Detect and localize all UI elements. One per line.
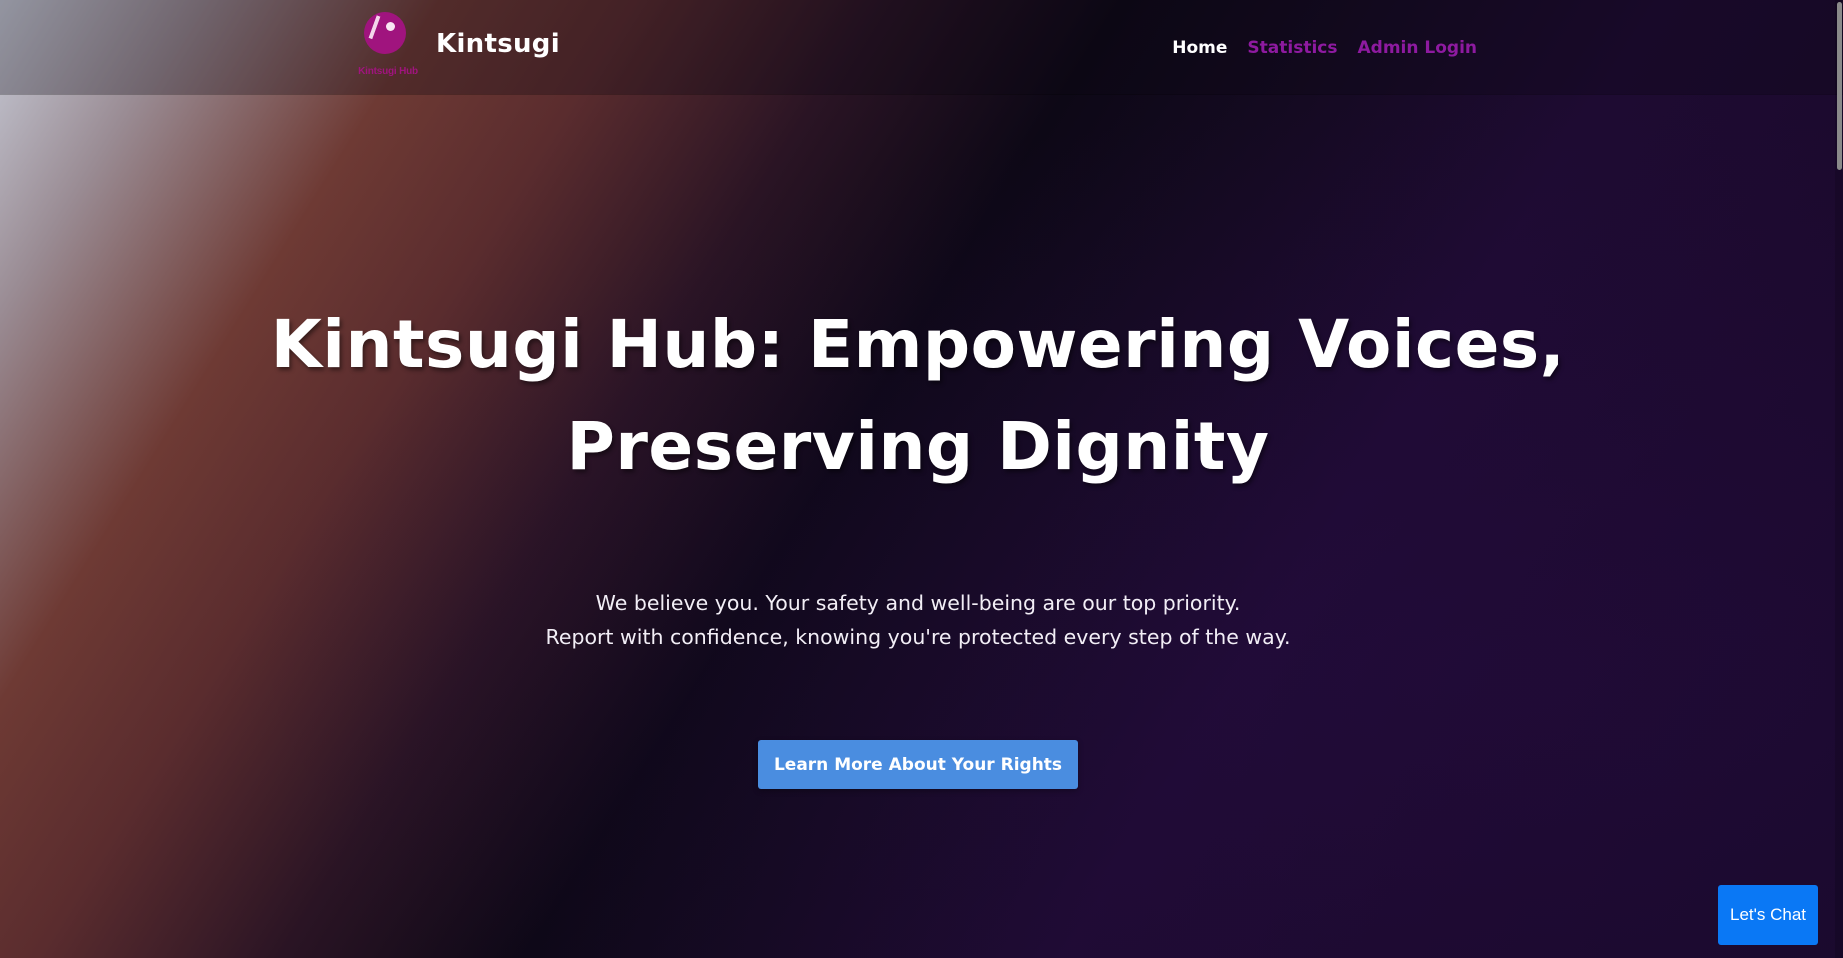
logo-caption: Kintsugi Hub — [358, 66, 418, 77]
logo-head-icon — [386, 22, 395, 31]
hero-subtitle: We believe you. Your safety and well-bei… — [0, 586, 1836, 654]
top-navbar: Kintsugi Hub Kintsugi Home Statistics Ad… — [0, 0, 1843, 94]
scrollbar-thumb[interactable] — [1837, 2, 1842, 170]
nav-links: Home Statistics Admin Login — [1172, 38, 1477, 58]
logo[interactable]: Kintsugi Hub — [346, 10, 426, 82]
hero-subtitle-line1: We believe you. Your safety and well-bei… — [595, 591, 1241, 615]
nav-link-admin-login[interactable]: Admin Login — [1358, 38, 1478, 58]
nav-link-statistics[interactable]: Statistics — [1247, 38, 1337, 58]
brand[interactable]: Kintsugi Hub Kintsugi — [346, 10, 560, 82]
scrollbar[interactable] — [1835, 0, 1843, 958]
hero-subtitle-line2: Report with confidence, knowing you're p… — [545, 625, 1291, 649]
hero-title: Kintsugi Hub: Empowering Voices, Preserv… — [0, 294, 1836, 498]
hero-title-line1: Kintsugi Hub: Empowering Voices, — [270, 306, 1566, 383]
brand-name[interactable]: Kintsugi — [436, 29, 560, 59]
learn-more-rights-button[interactable]: Learn More About Your Rights — [758, 740, 1078, 789]
logo-mark-icon — [364, 12, 406, 54]
lets-chat-button[interactable]: Let's Chat — [1718, 885, 1818, 945]
nav-link-home[interactable]: Home — [1172, 38, 1227, 58]
hero-section: Kintsugi Hub: Empowering Voices, Preserv… — [0, 94, 1843, 958]
hero-title-line2: Preserving Dignity — [566, 408, 1270, 485]
